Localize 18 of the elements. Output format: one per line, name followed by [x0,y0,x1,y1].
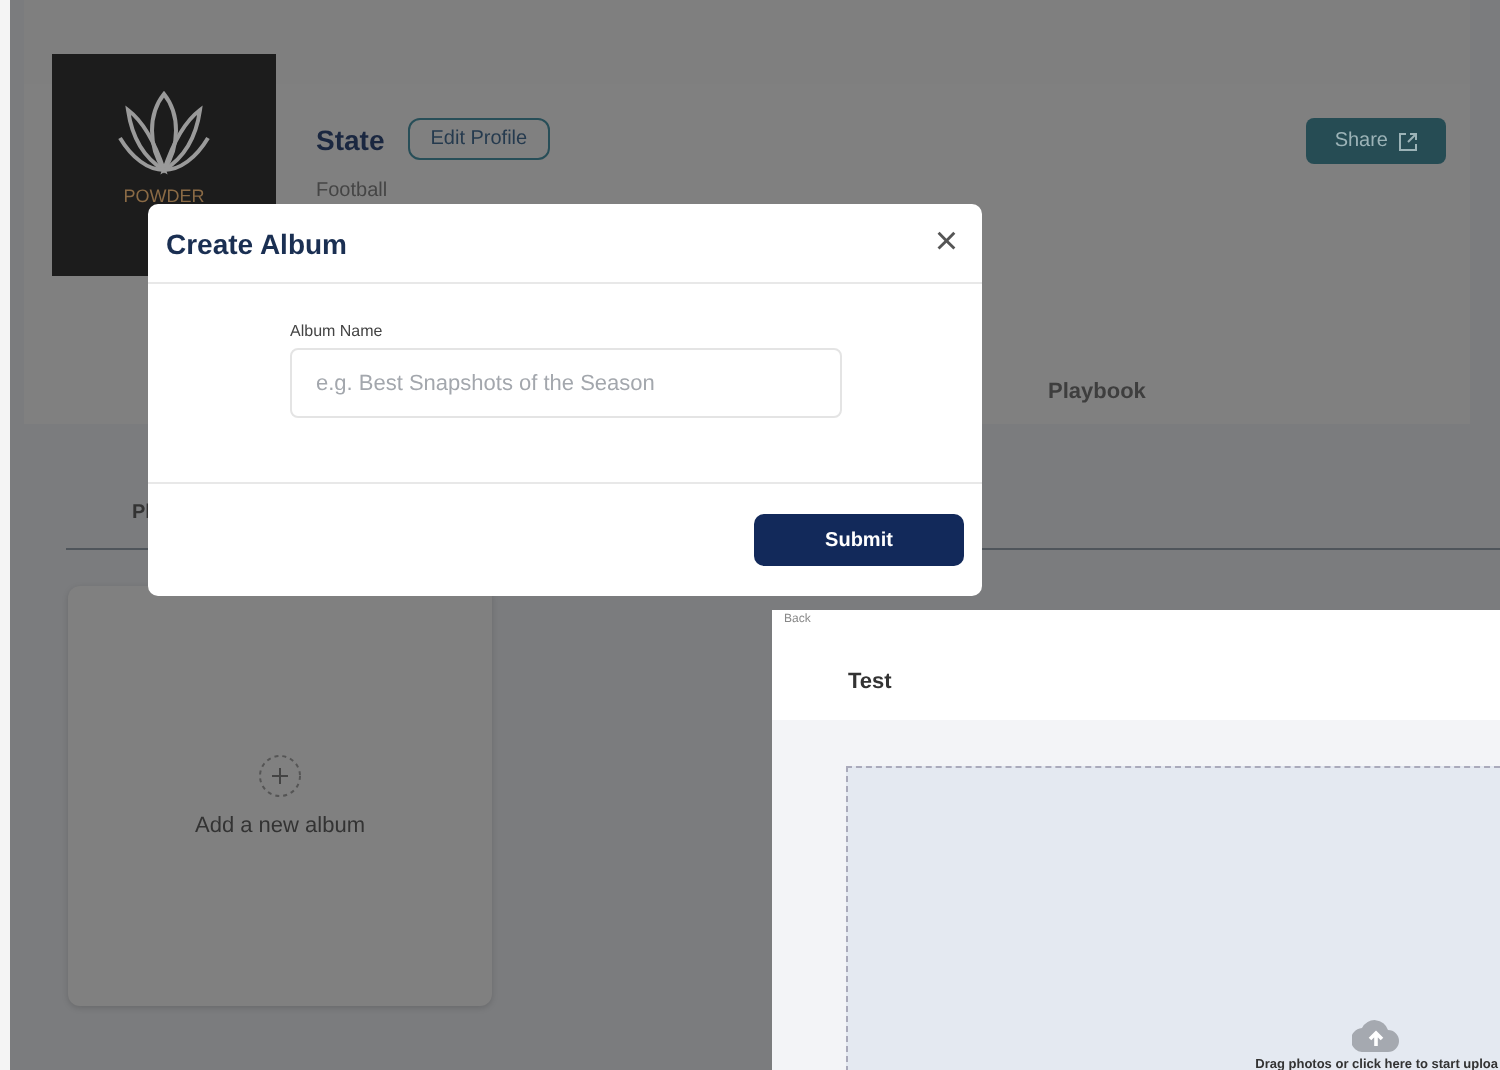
team-name: State [316,123,385,155]
dialog-title: Create Album [166,227,348,259]
edit-profile-button[interactable]: Edit Profile [408,118,550,160]
share-button[interactable]: Share [1306,118,1446,164]
add-album-card[interactable]: Add a new album [68,586,492,1006]
submit-button[interactable]: Submit [754,514,964,566]
card-label: Add a new album [195,814,365,838]
leaf-crown-icon [116,90,212,178]
album-name-field[interactable]: e.g. Best Snapshots of the Season [290,348,842,418]
field-label: Album Name [290,322,385,340]
external-link-icon [1398,131,1418,151]
album-title: Test [848,670,894,694]
plus-icon [258,754,302,798]
sport-label: Football [316,180,390,202]
logo-text: POWDER [123,186,205,206]
profile-tab[interactable]: Playbook [1048,380,1146,404]
cloud-upload-icon [1352,1020,1401,1052]
close-button[interactable]: × [928,220,964,266]
